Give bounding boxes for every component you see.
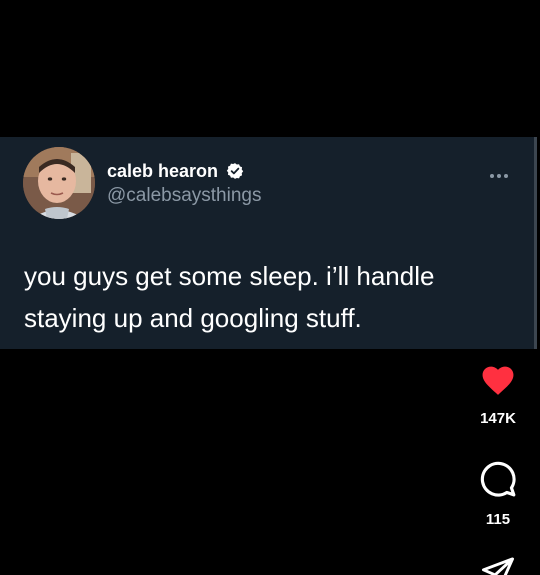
comment-button[interactable]: 115 xyxy=(466,460,530,529)
author-handle[interactable]: @calebsaysthings xyxy=(107,185,261,207)
post-viewer: caleb hearon @calebsaysthings you guys g… xyxy=(0,0,540,575)
share-button[interactable] xyxy=(466,556,530,575)
author-name-row: caleb hearon xyxy=(107,161,244,181)
tweet-text: you guys get some sleep. i’ll handle sta… xyxy=(24,261,435,333)
comment-count: 115 xyxy=(485,511,511,528)
avatar-photo xyxy=(23,147,95,219)
avatar xyxy=(23,147,95,219)
send-icon[interactable] xyxy=(480,556,516,575)
author-name[interactable]: caleb hearon xyxy=(107,161,218,181)
verified-badge-icon xyxy=(226,162,244,180)
comment-icon[interactable] xyxy=(479,460,517,498)
more-options-icon[interactable] xyxy=(488,167,510,178)
heart-icon[interactable] xyxy=(479,362,517,396)
like-count: 147K xyxy=(480,410,516,427)
scrollbar[interactable] xyxy=(534,137,537,349)
tweet-screenshot: caleb hearon @calebsaysthings you guys g… xyxy=(0,137,534,349)
like-button[interactable]: 147K xyxy=(466,362,530,428)
